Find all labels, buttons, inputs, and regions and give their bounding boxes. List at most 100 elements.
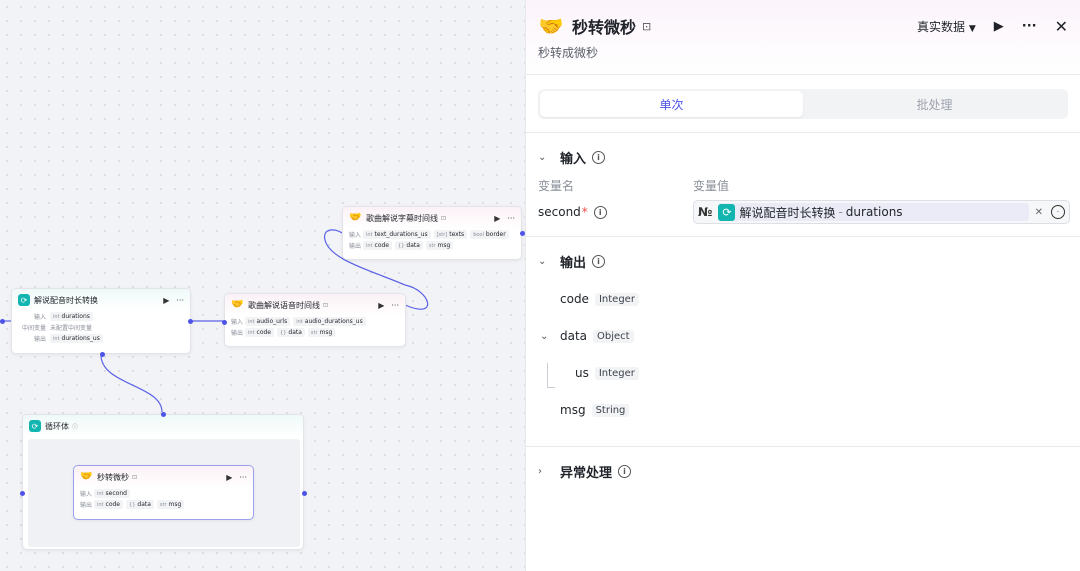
- run-icon[interactable]: ▶: [994, 19, 1004, 34]
- type-tag: Integer: [594, 292, 639, 306]
- output-label: 输出: [80, 502, 93, 509]
- plugin-icon[interactable]: ⊡: [642, 20, 651, 33]
- variable-picker-icon[interactable]: ·: [1051, 205, 1065, 219]
- run-icon[interactable]: ▶: [226, 473, 232, 482]
- error-section: › 异常处理 i: [526, 447, 1080, 483]
- input-tag: int audio_durations_us: [293, 317, 366, 326]
- output-field-us: us Integer: [526, 363, 1080, 383]
- panel-description: 秒转成微秒: [538, 46, 599, 60]
- info-icon[interactable]: i: [592, 150, 606, 164]
- chevron-down-icon: ⌄: [540, 330, 549, 342]
- input-section: ⌄ 输入 i 变量名 变量值 second * i № ⟳ 解说配音时长转换 -…: [526, 133, 1080, 237]
- chevron-down-icon: ⌄: [538, 255, 547, 267]
- error-section-toggle[interactable]: › 异常处理 i: [526, 459, 1080, 483]
- handshake-icon: 🤝: [538, 14, 564, 38]
- tree-line: [547, 387, 555, 388]
- caret-down-icon: ▼: [968, 23, 976, 34]
- mid-var-text: 未配置中间变量: [50, 325, 93, 332]
- output-tag: int code: [94, 500, 124, 509]
- more-icon[interactable]: ···: [176, 296, 184, 305]
- more-icon[interactable]: ···: [507, 214, 515, 223]
- output-field-code: code Integer: [526, 289, 1080, 309]
- output-field-msg: msg String: [526, 400, 1080, 420]
- node-sec-to-usec[interactable]: 🤝 秒转微秒 ⊡ ▶ ··· 输入 int second 输出 int code {…: [73, 465, 254, 520]
- handshake-icon: 🤝: [349, 212, 362, 223]
- loop-icon: ⟳: [718, 203, 736, 221]
- node-title: 解说配音时长转换: [34, 295, 98, 305]
- node-audio-timeline[interactable]: 🤝 歌曲解说语音时间线 ⊡ ▶ ··· 输入 int audio_urls int…: [222, 293, 406, 347]
- reference-chip[interactable]: ⟳ 解说配音时长转换 - durations: [718, 203, 1029, 221]
- plugin-icon: ⊡: [441, 214, 447, 222]
- more-icon[interactable]: ···: [1022, 19, 1037, 34]
- output-port[interactable]: [188, 319, 193, 324]
- panel-title: 秒转微秒: [572, 18, 637, 37]
- loop-icon: ⟳: [29, 420, 41, 432]
- node-subtitle-timeline[interactable]: 🤝 歌曲解说字幕时间线 ⊡ ▶ ··· 输入 int text_durations…: [342, 206, 525, 260]
- input-tag: int second: [94, 489, 130, 498]
- clear-icon[interactable]: ✕: [1035, 207, 1043, 218]
- tab-batch[interactable]: 批处理: [803, 91, 1066, 117]
- input-label: 输入: [231, 319, 244, 326]
- node-title: 歌曲解说字幕时间线: [366, 213, 438, 223]
- var-value-field[interactable]: № ⟳ 解说配音时长转换 - durations ✕ ·: [693, 200, 1070, 224]
- input-section-toggle[interactable]: ⌄ 输入 i: [526, 145, 1080, 169]
- output-tag: {} data: [277, 328, 305, 337]
- run-icon[interactable]: ▶: [163, 296, 169, 305]
- wire-durations-loop: [100, 354, 163, 413]
- type-tag: String: [591, 403, 630, 417]
- output-field-data[interactable]: ⌄ data Object: [526, 326, 1080, 346]
- info-icon: ⓘ: [72, 423, 79, 431]
- input-tag: int text_durations_us: [363, 230, 431, 239]
- plugin-icon: ⊡: [132, 473, 138, 481]
- loop-input-port[interactable]: [20, 491, 25, 496]
- handshake-icon: 🤝: [80, 471, 93, 482]
- input-tag: int audio_urls: [245, 317, 291, 326]
- more-icon[interactable]: ···: [391, 301, 399, 310]
- ref-field-name: durations: [845, 205, 903, 219]
- column-var-name: 变量名: [538, 179, 575, 193]
- run-icon[interactable]: ▶: [494, 214, 500, 223]
- number-type-icon: №: [698, 205, 713, 219]
- plugin-icon: ⊡: [323, 301, 329, 309]
- output-label: 输出: [231, 330, 244, 337]
- loop-output-port[interactable]: [302, 491, 307, 496]
- output-tag: str msg: [307, 328, 336, 337]
- tree-line: [547, 363, 548, 387]
- node-title: 循环体: [45, 421, 69, 431]
- node-durations-convert[interactable]: ⟳ 解说配音时长转换 ▶ ··· 输入 int durations 中间变量 未配置中…: [11, 288, 193, 357]
- workflow-canvas[interactable]: ⟳ 解说配音时长转换 ▶ ··· 输入 int durations 中间变量 未配置中…: [0, 0, 525, 571]
- run-icon[interactable]: ▶: [378, 301, 384, 310]
- tab-bar: 单次 批处理: [526, 75, 1080, 133]
- node-title: 秒转微秒: [97, 472, 129, 482]
- input-label: 输入: [33, 314, 46, 321]
- close-icon[interactable]: ✕: [1055, 17, 1068, 36]
- ref-node-name: 解说配音时长转换: [739, 205, 836, 220]
- chevron-down-icon: ⌄: [538, 151, 547, 163]
- output-label: 输出: [349, 243, 362, 250]
- data-mode-select[interactable]: 真实数据 ▼: [917, 18, 976, 35]
- input-port[interactable]: [222, 320, 227, 325]
- var-name: second: [538, 205, 581, 219]
- output-label: 输出: [33, 336, 46, 343]
- more-icon[interactable]: ···: [239, 473, 247, 482]
- input-tag: int durations: [50, 312, 93, 321]
- edge-port[interactable]: [0, 319, 5, 324]
- input-label: 输入: [349, 232, 362, 239]
- mid-var-label: 中间变量: [21, 325, 46, 332]
- info-icon[interactable]: i: [593, 205, 607, 219]
- handshake-icon: 🤝: [231, 299, 244, 310]
- loop-icon: ⟳: [18, 294, 30, 306]
- info-icon[interactable]: i: [618, 464, 632, 478]
- info-icon[interactable]: i: [592, 254, 606, 268]
- loop-top-port[interactable]: [161, 412, 166, 417]
- output-tag: int durations_us: [50, 334, 103, 343]
- output-tag: {} data: [395, 241, 423, 250]
- input-var-row: second * i № ⟳ 解说配音时长转换 - durations ✕ ·: [526, 200, 1080, 224]
- input-label: 输入: [80, 491, 93, 498]
- output-tag: str msg: [156, 500, 185, 509]
- tab-single[interactable]: 单次: [540, 91, 803, 117]
- loop-port[interactable]: [100, 352, 105, 357]
- node-config-panel: 🤝 秒转微秒 ⊡ 真实数据 ▼ ▶ ··· ✕ 秒转成微秒 单次 批处理 ⌄ 输…: [525, 0, 1080, 571]
- required-mark: *: [581, 205, 588, 219]
- output-section-toggle[interactable]: ⌄ 输出 i: [526, 249, 1080, 273]
